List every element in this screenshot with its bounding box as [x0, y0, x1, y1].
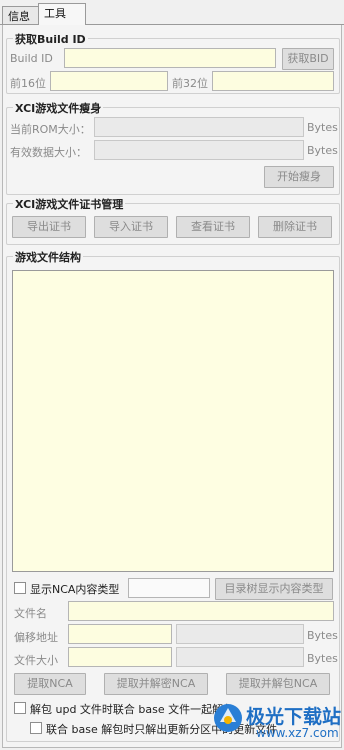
- valid-size-field: [94, 140, 304, 160]
- extract-nca-button[interactable]: 提取NCA: [14, 673, 86, 695]
- file-tree-view[interactable]: [12, 270, 334, 572]
- offset-field[interactable]: [68, 624, 172, 644]
- show-nca-checkbox[interactable]: [14, 582, 26, 594]
- offset-hex-field: [176, 624, 304, 644]
- import-cert-button[interactable]: 导入证书: [94, 216, 168, 238]
- start-trim-button[interactable]: 开始瘦身: [264, 166, 334, 188]
- unpack-base-checkbox[interactable]: [30, 722, 42, 734]
- valid-size-unit: Bytes: [307, 144, 338, 157]
- tab-info-label: 信息: [8, 10, 30, 23]
- filesize-field[interactable]: [68, 647, 172, 667]
- first32-field[interactable]: [212, 71, 334, 91]
- show-nca-label: 显示NCA内容类型: [30, 583, 120, 596]
- get-build-id-title: 获取Build ID: [13, 31, 88, 47]
- cert-title: XCI游戏文件证书管理: [13, 196, 126, 212]
- filename-field[interactable]: [68, 601, 334, 621]
- unpack-upd-checkbox[interactable]: [14, 702, 26, 714]
- watermark-text: 极光下载站: [246, 706, 342, 728]
- xci-trim-title: XCI游戏文件瘦身: [13, 100, 104, 116]
- tab-bar: 信息 工具: [0, 0, 344, 25]
- nca-type-field[interactable]: [128, 578, 210, 598]
- offset-label: 偏移地址: [14, 631, 58, 644]
- export-cert-button[interactable]: 导出证书: [12, 216, 86, 238]
- rom-size-label: 当前ROM大小：: [10, 123, 91, 136]
- watermark-logo-icon: [214, 704, 242, 732]
- tab-info[interactable]: 信息: [2, 6, 40, 24]
- tree-show-type-button[interactable]: 目录树显示内容类型: [215, 578, 333, 600]
- first16-field[interactable]: [50, 71, 168, 91]
- first32-label: 前32位: [172, 77, 208, 90]
- tab-tools-label: 工具: [44, 7, 66, 20]
- filename-label: 文件名: [14, 607, 47, 620]
- extract-decrypt-nca-button[interactable]: 提取并解密NCA: [104, 673, 208, 695]
- get-bid-button[interactable]: 获取BID: [282, 48, 334, 70]
- watermark-url: www.xz7.com: [256, 726, 339, 740]
- rom-size-field: [94, 117, 304, 137]
- filesize-hex-field: [176, 647, 304, 667]
- view-cert-button[interactable]: 查看证书: [176, 216, 250, 238]
- rom-size-unit: Bytes: [307, 121, 338, 134]
- first16-label: 前16位: [10, 77, 46, 90]
- build-id-label: Build ID: [10, 52, 53, 65]
- offset-unit: Bytes: [307, 629, 338, 642]
- extract-unpack-nca-button[interactable]: 提取并解包NCA: [226, 673, 330, 695]
- watermark: 极光下载站 www.xz7.com: [200, 700, 344, 748]
- filesize-label: 文件大小: [14, 654, 58, 667]
- valid-size-label: 有效数据大小：: [10, 146, 87, 159]
- tab-tools[interactable]: 工具: [38, 3, 86, 25]
- build-id-field[interactable]: [64, 48, 276, 68]
- filesize-unit: Bytes: [307, 652, 338, 665]
- delete-cert-button[interactable]: 删除证书: [258, 216, 332, 238]
- structure-title: 游戏文件结构: [13, 249, 83, 265]
